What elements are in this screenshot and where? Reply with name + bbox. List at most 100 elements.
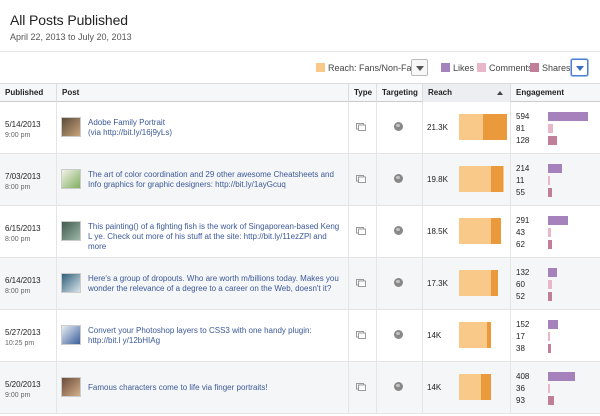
table-row[interactable]: 5/27/2013 10:25 pm Convert your Photosho… [0, 310, 600, 362]
post-link[interactable]: Adobe Family Portrait (via http://bit.ly… [88, 118, 342, 138]
column-divider [510, 154, 511, 206]
reach-value: 17.3K [427, 279, 448, 288]
table-row[interactable]: 5/14/2013 9:00 pm Adobe Family Portrait … [0, 102, 600, 154]
shares-count: 93 [516, 396, 525, 405]
legend-shares: Shares [530, 62, 571, 74]
comments-bar [548, 228, 551, 237]
column-reach-label: Reach [428, 88, 453, 97]
likes-bar [548, 112, 588, 121]
published-date: 6/15/2013 [5, 224, 41, 233]
column-divider [376, 258, 377, 310]
post-thumbnail[interactable] [61, 117, 81, 137]
likes-count: 132 [516, 268, 530, 277]
reach-bar-fans [459, 166, 504, 192]
legend-comments: Comments [477, 62, 533, 74]
published-date: 6/14/2013 [5, 276, 41, 285]
legend-reach-label: Reach: Fans/Non-Fans [328, 63, 422, 73]
column-divider [376, 310, 377, 362]
reach-value: 14K [427, 383, 442, 392]
published-time: 9:00 pm [5, 392, 31, 399]
reach-value: 18.5K [427, 227, 448, 236]
engagement-values: 214 11 55 [516, 163, 544, 199]
post-thumbnail[interactable] [61, 325, 81, 345]
post-link[interactable]: This painting() of a fighting fish is th… [88, 222, 342, 252]
public-globe-icon [394, 174, 403, 183]
table-row[interactable]: 5/20/2013 9:00 pm Famous characters come… [0, 362, 600, 414]
column-divider [510, 258, 511, 310]
published-time: 8:00 pm [5, 236, 31, 243]
post-thumbnail[interactable] [61, 377, 81, 397]
shares-bar [548, 344, 551, 353]
reach-bar-fans [459, 322, 491, 348]
post-thumbnail[interactable] [61, 221, 81, 241]
column-type[interactable]: Type [348, 84, 376, 102]
reach-metric-dropdown[interactable] [411, 59, 428, 76]
shares-bar [548, 136, 557, 145]
table-header: Published Post Type Targeting Reach Enga… [0, 84, 600, 102]
column-divider [56, 154, 57, 206]
shares-count: 52 [516, 292, 525, 301]
shares-swatch-icon [530, 63, 539, 72]
table-row[interactable]: 6/14/2013 8:00 pm Here's a group of drop… [0, 258, 600, 310]
column-divider [422, 362, 423, 414]
post-link[interactable]: Convert your Photoshop layers to CSS3 wi… [88, 326, 342, 346]
column-divider [56, 258, 57, 310]
comments-count: 36 [516, 384, 525, 393]
published-time: 9:00 pm [5, 132, 31, 139]
column-divider [422, 310, 423, 362]
post-link[interactable]: Here's a group of dropouts. Who are wort… [88, 274, 342, 294]
likes-bar [548, 216, 568, 225]
photo-type-icon [356, 175, 366, 183]
column-divider [348, 102, 349, 154]
column-post[interactable]: Post [56, 84, 348, 102]
column-divider [348, 154, 349, 206]
reach-value: 14K [427, 331, 442, 340]
column-divider [422, 206, 423, 258]
likes-bar [548, 320, 558, 329]
shares-bar [548, 240, 552, 249]
likes-count: 152 [516, 320, 530, 329]
table-row[interactable]: 6/15/2013 8:00 pm This painting() of a f… [0, 206, 600, 258]
column-engagement[interactable]: Engagement [510, 84, 600, 102]
comments-count: 11 [516, 176, 525, 185]
published-date: 7/03/2013 [5, 172, 41, 181]
column-divider [376, 362, 377, 414]
shares-count: 38 [516, 344, 525, 353]
public-globe-icon [394, 226, 403, 235]
column-divider [348, 362, 349, 414]
comments-count: 43 [516, 228, 525, 237]
likes-count: 594 [516, 112, 530, 121]
shares-count: 62 [516, 240, 525, 249]
post-thumbnail[interactable] [61, 273, 81, 293]
shares-bar [548, 292, 552, 301]
page-title: All Posts Published [10, 12, 128, 28]
likes-bar [548, 372, 575, 381]
column-divider [348, 206, 349, 258]
column-divider [422, 102, 423, 154]
column-divider [56, 310, 57, 362]
photo-type-icon [356, 227, 366, 235]
engagement-metric-dropdown[interactable] [571, 59, 588, 76]
table-row[interactable]: 7/03/2013 8:00 pm The art of color coord… [0, 154, 600, 206]
engagement-values: 408 36 93 [516, 371, 544, 407]
engagement-values: 594 81 128 [516, 111, 544, 147]
photo-type-icon [356, 331, 366, 339]
post-link[interactable]: Famous characters come to life via finge… [88, 383, 342, 393]
comments-count: 17 [516, 332, 525, 341]
published-date: 5/27/2013 [5, 328, 41, 337]
column-reach[interactable]: Reach [422, 84, 510, 102]
column-published[interactable]: Published [0, 84, 56, 102]
reach-bar-fans [459, 270, 498, 296]
legend-reach: Reach: Fans/Non-Fans [316, 62, 421, 74]
reach-value: 21.3K [427, 123, 448, 132]
shares-bar [548, 396, 554, 405]
post-link[interactable]: The art of color coordination and 29 oth… [88, 170, 342, 190]
column-targeting[interactable]: Targeting [376, 84, 422, 102]
comments-bar [548, 280, 552, 289]
likes-bar [548, 164, 562, 173]
photo-type-icon [356, 123, 366, 131]
post-thumbnail[interactable] [61, 169, 81, 189]
column-divider [56, 362, 57, 414]
fans-swatch-icon [316, 63, 325, 72]
reach-bar-nonfans [491, 166, 503, 192]
